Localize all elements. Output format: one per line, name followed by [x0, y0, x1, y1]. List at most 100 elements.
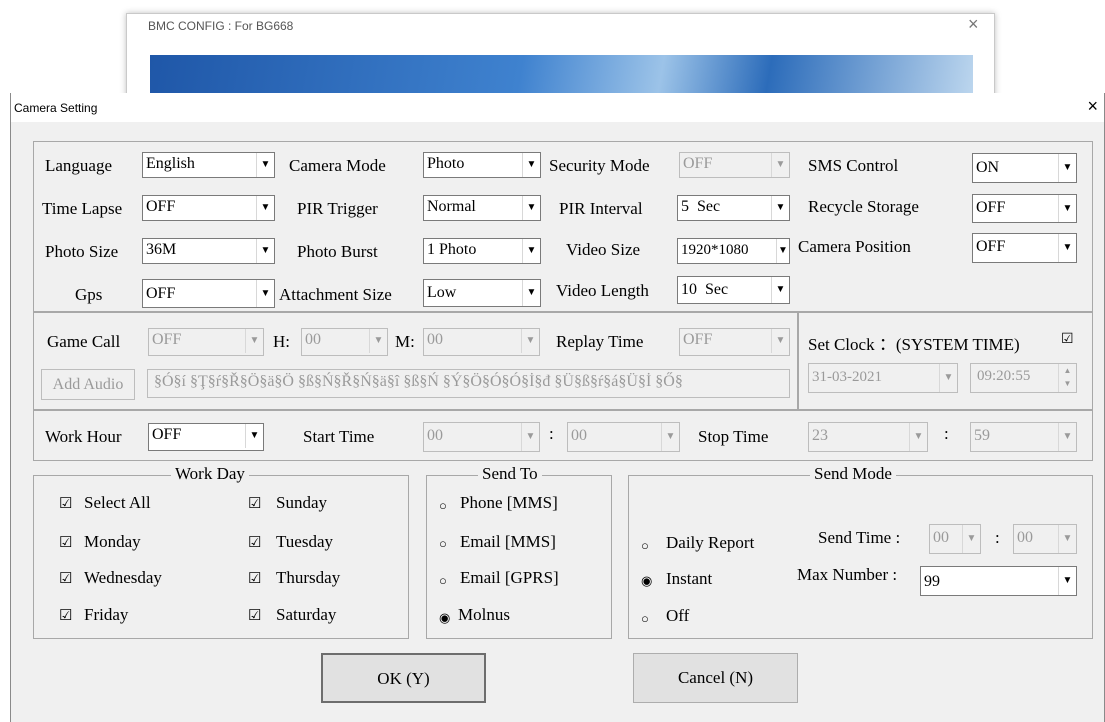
- sunday-label[interactable]: Sunday: [276, 493, 327, 513]
- max-number-select[interactable]: 99 ▼: [920, 566, 1077, 596]
- clock-time-field[interactable]: 09:20:55 ▲ ▼: [970, 363, 1077, 393]
- chevron-down-icon: ▼: [256, 280, 274, 307]
- monday-checkbox-icon[interactable]: ☑: [59, 533, 72, 552]
- daily-report-label[interactable]: Daily Report: [666, 533, 754, 553]
- molnus-label[interactable]: Molnus: [458, 605, 510, 625]
- email-mms-label[interactable]: Email [MMS]: [460, 532, 556, 552]
- send-time-minute-select[interactable]: 00 ▼: [1013, 524, 1077, 554]
- chevron-down-icon: ▼: [1058, 195, 1076, 222]
- gps-value: OFF: [146, 285, 176, 302]
- add-audio-button[interactable]: Add Audio: [41, 369, 135, 400]
- saturday-label[interactable]: Saturday: [276, 605, 336, 625]
- camera-mode-label: Camera Mode: [289, 156, 386, 175]
- ok-button[interactable]: OK (Y): [321, 653, 486, 703]
- cancel-button[interactable]: Cancel (N): [633, 653, 798, 703]
- spin-up-icon[interactable]: ▲: [1059, 364, 1076, 377]
- language-select[interactable]: English ▼: [142, 152, 275, 178]
- chevron-down-icon: ▼: [369, 329, 387, 353]
- instant-radio-icon[interactable]: ◉: [641, 573, 652, 589]
- photo-size-select[interactable]: 36M ▼: [142, 238, 275, 264]
- chevron-down-icon: ▼: [522, 239, 540, 263]
- stop-minute-select[interactable]: 59 ▼: [970, 422, 1077, 452]
- send-time-hour-select[interactable]: 00 ▼: [929, 524, 981, 554]
- thursday-label[interactable]: Thursday: [276, 568, 340, 588]
- pir-interval-select[interactable]: 5 Sec ▼: [677, 195, 790, 221]
- max-number-label: Max Number :: [797, 565, 898, 584]
- replay-time-select[interactable]: OFF ▼: [679, 328, 790, 356]
- spin-down-icon[interactable]: ▼: [1059, 377, 1076, 390]
- stop-hour-value: 23: [812, 427, 828, 444]
- start-minute-select[interactable]: 00 ▼: [567, 422, 680, 452]
- monday-label[interactable]: Monday: [84, 532, 141, 552]
- recycle-storage-label: Recycle Storage: [808, 197, 919, 216]
- audio-file-field[interactable]: §Ó§í §Ţ§ŕ§Ř§Ö§ä§Ö §ß§Ń§Ř§Ń§ä§î §ß§Ń §Ý§Ö…: [147, 369, 790, 398]
- video-length-select[interactable]: 10 Sec ▼: [677, 276, 790, 304]
- video-length-label: Video Length: [556, 281, 649, 300]
- instant-label[interactable]: Instant: [666, 569, 712, 589]
- gps-label: Gps: [75, 285, 103, 304]
- off-radio-icon[interactable]: ○: [641, 611, 649, 627]
- email-mms-radio-icon[interactable]: ○: [439, 536, 447, 552]
- chevron-down-icon: ▼: [939, 364, 957, 392]
- sunday-checkbox-icon[interactable]: ☑: [248, 494, 261, 513]
- chevron-down-icon: ▼: [256, 153, 274, 177]
- email-gprs-radio-icon[interactable]: ○: [439, 573, 447, 589]
- phone-mms-radio-icon[interactable]: ○: [439, 498, 447, 514]
- chevron-down-icon: ▼: [256, 239, 274, 263]
- game-call-hour-select[interactable]: 00 ▼: [301, 328, 388, 356]
- tuesday-checkbox-icon[interactable]: ☑: [248, 533, 261, 552]
- max-number-value: 99: [924, 573, 940, 590]
- recycle-storage-select[interactable]: OFF ▼: [972, 194, 1077, 223]
- stop-minute-value: 59: [974, 427, 990, 444]
- email-gprs-label[interactable]: Email [GPRS]: [460, 568, 559, 588]
- friday-checkbox-icon[interactable]: ☑: [59, 606, 72, 625]
- sms-control-label: SMS Control: [808, 156, 899, 175]
- chevron-down-icon: ▼: [1058, 234, 1076, 262]
- stop-hour-select[interactable]: 23 ▼: [808, 422, 928, 452]
- sms-control-select[interactable]: ON ▼: [972, 153, 1077, 183]
- clock-date-picker[interactable]: 31-03-2021 ▼: [808, 363, 958, 393]
- dialog-close-icon[interactable]: ×: [1087, 96, 1098, 117]
- clock-panel: [797, 311, 1093, 411]
- saturday-checkbox-icon[interactable]: ☑: [248, 606, 261, 625]
- send-time-hour-value: 00: [933, 529, 949, 546]
- game-call-minute-select[interactable]: 00 ▼: [423, 328, 540, 356]
- wednesday-checkbox-icon[interactable]: ☑: [59, 569, 72, 588]
- time-lapse-select[interactable]: OFF ▼: [142, 195, 275, 221]
- photo-burst-select[interactable]: 1 Photo ▼: [423, 238, 541, 264]
- attachment-size-select[interactable]: Low ▼: [423, 279, 541, 307]
- wednesday-label[interactable]: Wednesday: [84, 568, 162, 588]
- background-close-icon[interactable]: ×: [968, 14, 979, 35]
- set-clock-label: Set Clock ：(SYSTEM TIME): [808, 335, 1020, 354]
- gps-select[interactable]: OFF ▼: [142, 279, 275, 308]
- camera-mode-select[interactable]: Photo ▼: [423, 152, 541, 178]
- start-hour-select[interactable]: 00 ▼: [423, 422, 540, 452]
- game-call-select[interactable]: OFF ▼: [148, 328, 264, 356]
- daily-report-radio-icon[interactable]: ○: [641, 538, 649, 554]
- system-time-checkbox-icon[interactable]: ☑: [1061, 331, 1074, 348]
- friday-label[interactable]: Friday: [84, 605, 128, 625]
- molnus-radio-icon[interactable]: ◉: [439, 610, 450, 626]
- pir-trigger-select[interactable]: Normal ▼: [423, 195, 541, 221]
- camera-position-select[interactable]: OFF ▼: [972, 233, 1077, 263]
- off-label[interactable]: Off: [666, 606, 689, 626]
- background-banner-image: [150, 55, 973, 95]
- select-all-checkbox-icon[interactable]: ☑: [59, 494, 72, 513]
- security-mode-value: OFF: [683, 155, 713, 172]
- tuesday-label[interactable]: Tuesday: [276, 532, 333, 552]
- time-lapse-label: Time Lapse: [42, 199, 123, 218]
- phone-mms-label[interactable]: Phone [MMS]: [460, 493, 558, 513]
- time-spinner[interactable]: ▲ ▼: [1058, 364, 1076, 392]
- chevron-down-icon: ▼: [256, 196, 274, 220]
- pir-trigger-value: Normal: [427, 198, 476, 215]
- work-hour-select[interactable]: OFF ▼: [148, 423, 264, 451]
- dialog-titlebar: Camera Setting ×: [11, 93, 1104, 122]
- pir-interval-value: 5 Sec: [681, 198, 721, 215]
- video-size-select[interactable]: 1920*1080 ▼: [677, 238, 790, 264]
- security-mode-select[interactable]: OFF ▼: [679, 152, 790, 178]
- thursday-checkbox-icon[interactable]: ☑: [248, 569, 261, 588]
- select-all-label[interactable]: Select All: [84, 493, 151, 513]
- start-hour-value: 00: [427, 427, 443, 444]
- chevron-down-icon: ▼: [1058, 567, 1076, 595]
- chevron-down-icon: ▼: [522, 153, 540, 177]
